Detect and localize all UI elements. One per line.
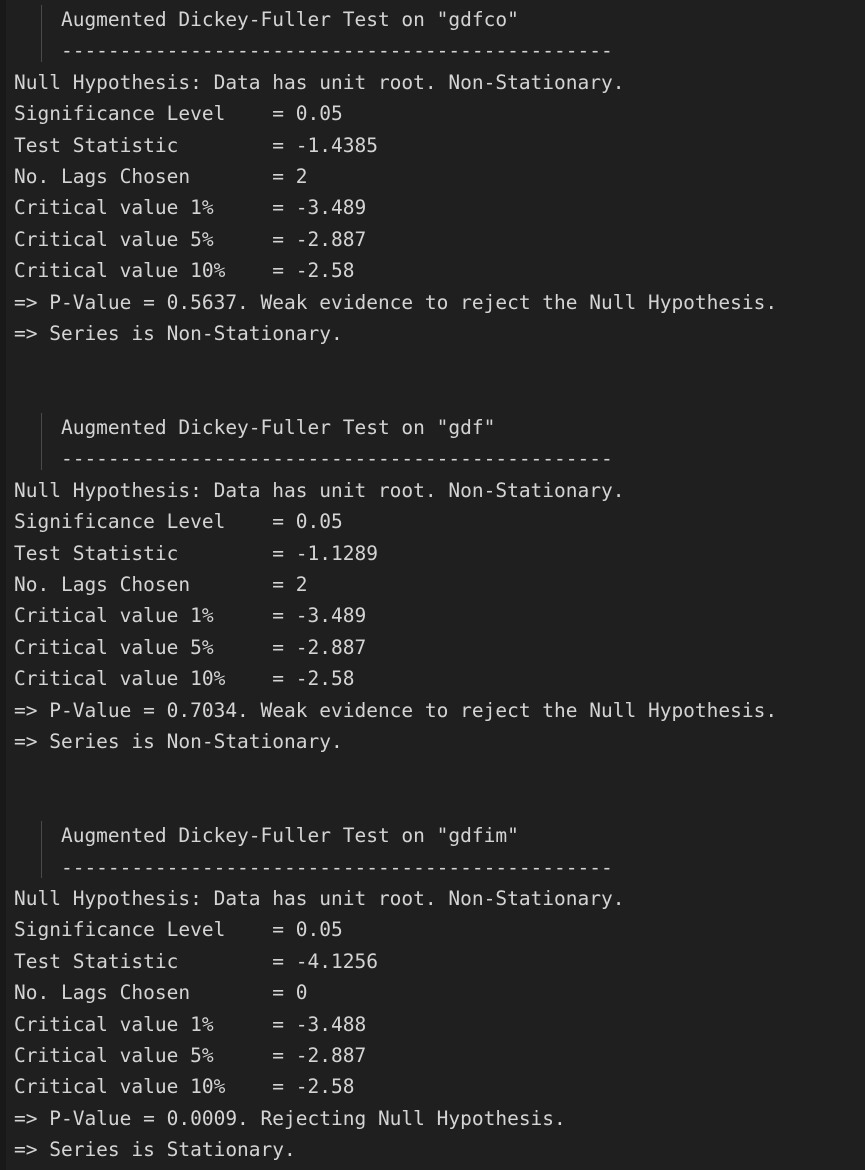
adf-header-separator: ----------------------------------------… xyxy=(14,447,613,471)
test-statistic-line: Test Statistic = -4.1256 xyxy=(14,949,378,973)
critical-value-1pct-line: Critical value 1% = -3.489 xyxy=(14,196,367,220)
adf-test-block: Augmented Dickey-Fuller Test on "gdf" --… xyxy=(0,412,865,757)
critical-value-5pct-line: Critical value 5% = -2.887 xyxy=(14,227,367,251)
indent-guide-line xyxy=(41,5,42,62)
adf-test-header: Augmented Dickey-Fuller Test on "gdfim" xyxy=(14,824,519,848)
indent-guide-line xyxy=(41,821,42,879)
significance-level-line: Significance Level = 0.05 xyxy=(14,510,343,534)
test-statistic-line: Test Statistic = -1.1289 xyxy=(14,541,378,565)
critical-value-1pct-line: Critical value 1% = -3.489 xyxy=(14,604,367,628)
critical-value-5pct-line: Critical value 5% = -2.887 xyxy=(14,635,367,659)
stationarity-verdict-line: => Series is Non-Stationary. xyxy=(14,321,343,345)
stationarity-verdict-line: => Series is Stationary. xyxy=(14,1138,296,1162)
critical-value-10pct-line: Critical value 10% = -2.58 xyxy=(14,1075,355,1099)
null-hypothesis-line: Null Hypothesis: Data has unit root. Non… xyxy=(14,70,625,94)
editor-gutter-edge xyxy=(0,0,6,1170)
p-value-conclusion-line: => P-Value = 0.7034. Weak evidence to re… xyxy=(14,698,778,722)
no-lags-chosen-line: No. Lags Chosen = 2 xyxy=(14,164,308,188)
null-hypothesis-line: Null Hypothesis: Data has unit root. Non… xyxy=(14,478,625,502)
critical-value-1pct-line: Critical value 1% = -3.488 xyxy=(14,1012,367,1036)
stationarity-verdict-line: => Series is Non-Stationary. xyxy=(14,729,343,753)
test-statistic-line: Test Statistic = -1.4385 xyxy=(14,133,378,157)
null-hypothesis-line: Null Hypothesis: Data has unit root. Non… xyxy=(14,886,625,910)
adf-test-header: Augmented Dickey-Fuller Test on "gdf" xyxy=(14,416,496,440)
significance-level-line: Significance Level = 0.05 xyxy=(14,102,343,126)
no-lags-chosen-line: No. Lags Chosen = 0 xyxy=(14,981,308,1005)
critical-value-5pct-line: Critical value 5% = -2.887 xyxy=(14,1043,367,1067)
adf-header-separator: ----------------------------------------… xyxy=(14,39,613,63)
adf-block-header-group: Augmented Dickey-Fuller Test on "gdfim" … xyxy=(0,820,865,883)
adf-header-separator: ----------------------------------------… xyxy=(14,855,613,879)
adf-test-header: Augmented Dickey-Fuller Test on "gdfco" xyxy=(14,8,519,31)
console-output-pane[interactable]: Augmented Dickey-Fuller Test on "gdfco" … xyxy=(0,0,865,1170)
significance-level-line: Significance Level = 0.05 xyxy=(14,918,343,942)
critical-value-10pct-line: Critical value 10% = -2.58 xyxy=(14,259,355,283)
adf-test-block: Augmented Dickey-Fuller Test on "gdfim" … xyxy=(0,820,865,1165)
adf-block-header-group: Augmented Dickey-Fuller Test on "gdf" --… xyxy=(0,412,865,475)
indent-guide-line xyxy=(41,413,42,471)
adf-test-block: Augmented Dickey-Fuller Test on "gdfco" … xyxy=(0,4,865,349)
p-value-conclusion-line: => P-Value = 0.0009. Rejecting Null Hypo… xyxy=(14,1106,566,1130)
critical-value-10pct-line: Critical value 10% = -2.58 xyxy=(14,667,355,691)
adf-block-header-group: Augmented Dickey-Fuller Test on "gdfco" … xyxy=(0,4,865,67)
p-value-conclusion-line: => P-Value = 0.5637. Weak evidence to re… xyxy=(14,290,778,314)
no-lags-chosen-line: No. Lags Chosen = 2 xyxy=(14,573,308,597)
